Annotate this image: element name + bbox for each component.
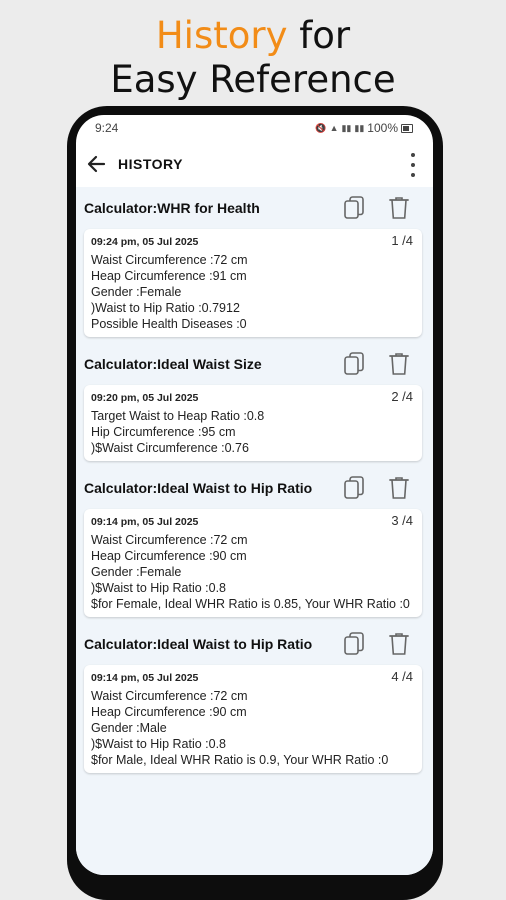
entry-timestamp: 09:24 pm, 05 Jul 2025 (91, 236, 199, 248)
copy-button[interactable] (343, 631, 365, 657)
wifi-icon: ▲ (329, 123, 339, 133)
dot-icon (411, 163, 415, 167)
entry-detail-line: Waist Circumference :72 cm (91, 533, 248, 547)
entry-detail-line: $for Male, Ideal WHR Ratio is 0.9, Your … (91, 753, 389, 767)
trash-icon (388, 633, 410, 661)
status-bar: 9:24 🔇 ▲ ▮▮ ▮▮ 100% (76, 115, 433, 141)
copy-icon (343, 632, 365, 661)
entry-detail-line: Waist Circumference :72 cm (91, 253, 248, 267)
promo-line-1-rest: for (287, 14, 351, 57)
history-entry: Calculator:Ideal Waist to Hip Ratio 09:14… (76, 467, 433, 623)
copy-button[interactable] (343, 475, 365, 501)
delete-button[interactable] (388, 631, 410, 657)
promo-headline: History for Easy Reference (0, 14, 506, 102)
trash-icon (388, 477, 410, 505)
entry-timestamp: 09:20 pm, 05 Jul 2025 (91, 392, 199, 404)
copy-icon (343, 196, 365, 225)
entry-detail-line: Heap Circumference :90 cm (91, 549, 247, 563)
history-entry: Calculator:Ideal Waist Size 09:20 pm, 05 … (76, 343, 433, 467)
entry-detail-line: )$Waist to Hip Ratio :0.8 (91, 581, 227, 595)
back-button[interactable] (76, 141, 116, 187)
calculator-name: Calculator:Ideal Waist to Hip Ratio (84, 480, 313, 496)
page-title: HISTORY (118, 156, 183, 172)
calculator-name: Calculator:WHR for Health (84, 200, 260, 216)
entry-detail-line: )Waist to Hip Ratio :0.7912 (91, 301, 240, 315)
entry-card: 09:14 pm, 05 Jul 2025 3 /4 Waist Circumfer… (84, 509, 422, 617)
trash-icon (388, 197, 410, 225)
entry-detail-line: Waist Circumference :72 cm (91, 689, 248, 703)
entry-detail-line: Heap Circumference :91 cm (91, 269, 247, 283)
promo-accent-text: History (155, 14, 288, 57)
signal-icon: ▮▮ (341, 122, 352, 133)
delete-button[interactable] (388, 475, 410, 501)
promo-line-2: Easy Reference (110, 58, 396, 101)
entry-header: Calculator:WHR for Health (76, 187, 433, 229)
trash-icon (388, 353, 410, 381)
entry-header: Calculator:Ideal Waist to Hip Ratio (76, 623, 433, 665)
entry-timestamp: 09:14 pm, 05 Jul 2025 (91, 672, 199, 684)
entry-timestamp: 09:14 pm, 05 Jul 2025 (91, 516, 199, 528)
entry-detail-line: Gender :Male (91, 721, 167, 735)
entry-detail-line: $for Female, Ideal WHR Ratio is 0.85, Yo… (91, 597, 410, 611)
entry-detail-line: Heap Circumference :90 cm (91, 705, 247, 719)
calculator-name: Calculator:Ideal Waist to Hip Ratio (84, 636, 313, 652)
entry-detail-line: Possible Health Diseases :0 (91, 317, 247, 331)
arrow-left-icon (87, 155, 106, 173)
entry-index: 3 /4 (391, 513, 413, 528)
delete-button[interactable] (388, 351, 410, 377)
app-bar: HISTORY (76, 141, 433, 187)
copy-icon (343, 476, 365, 505)
more-menu-button[interactable] (407, 153, 419, 177)
entry-card: 09:14 pm, 05 Jul 2025 4 /4 Waist Circumfer… (84, 665, 422, 773)
battery-percent: 100% (367, 121, 398, 135)
copy-button[interactable] (343, 351, 365, 377)
entry-detail-line: Target Waist to Heap Ratio :0.8 (91, 409, 265, 423)
entry-detail-line: Gender :Female (91, 285, 182, 299)
entry-header: Calculator:Ideal Waist to Hip Ratio (76, 467, 433, 509)
entry-index: 1 /4 (391, 233, 413, 248)
entry-index: 2 /4 (391, 389, 413, 404)
entry-detail-line: )$Waist to Hip Ratio :0.8 (91, 737, 227, 751)
entry-card: 09:24 pm, 05 Jul 2025 1 /4 Waist Circumfer… (84, 229, 422, 337)
history-entry: Calculator:Ideal Waist to Hip Ratio 09:14… (76, 623, 433, 779)
signal-icon-2: ▮▮ (354, 122, 365, 133)
entry-detail-line: Hip Circumference :95 cm (91, 425, 236, 439)
copy-button[interactable] (343, 195, 365, 221)
delete-button[interactable] (388, 195, 410, 221)
promo-line-1: History for (0, 14, 506, 58)
dot-icon (411, 173, 415, 177)
dot-icon (411, 153, 415, 157)
battery-icon (401, 123, 413, 133)
status-icons: 🔇 ▲ ▮▮ ▮▮ 100% (315, 121, 413, 135)
entry-card: 09:20 pm, 05 Jul 2025 2 /4 Target Waist to… (84, 385, 422, 461)
entry-index: 4 /4 (391, 669, 413, 684)
entry-detail-line: )$Waist Circumference :0.76 (91, 441, 249, 455)
history-list[interactable]: Calculator:WHR for Health 09:24 pm, 05 Ju… (76, 187, 433, 875)
history-entry: Calculator:WHR for Health 09:24 pm, 05 Ju… (76, 187, 433, 343)
phone-screen: 9:24 🔇 ▲ ▮▮ ▮▮ 100% HISTORY Calculator:W… (76, 115, 433, 875)
copy-icon (343, 352, 365, 381)
calculator-name: Calculator:Ideal Waist Size (84, 356, 262, 372)
entry-detail-line: Gender :Female (91, 565, 182, 579)
status-time: 9:24 (95, 121, 119, 135)
mute-icon: 🔇 (315, 122, 327, 133)
entry-header: Calculator:Ideal Waist Size (76, 343, 433, 385)
